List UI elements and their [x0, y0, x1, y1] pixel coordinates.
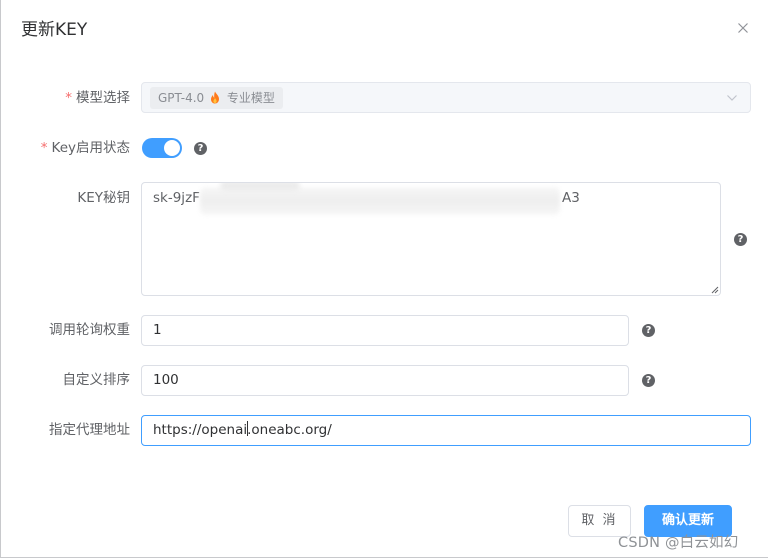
secret-value-prefix: sk-9jzF [153, 190, 200, 206]
key-status-label: * Key启用状态 [40, 140, 130, 156]
question-circle-icon[interactable]: ? [194, 142, 207, 155]
weight-input[interactable]: 1 [141, 315, 629, 346]
update-key-dialog: 更新KEY * 模型选择 GPT-4.0 专业模型 * Key启用状态 ? KE… [1, 0, 768, 557]
model-tag-suffix: 专业模型 [226, 91, 275, 105]
secret-textarea[interactable]: sk-9jzF A3 [141, 182, 721, 296]
question-circle-icon[interactable]: ? [642, 374, 655, 387]
question-circle-icon[interactable]: ? [734, 233, 747, 246]
redaction-blur [220, 183, 300, 191]
key-status-switch[interactable] [142, 138, 182, 158]
model-tag: GPT-4.0 专业模型 [150, 87, 283, 109]
resize-grip-icon[interactable] [710, 285, 719, 294]
sort-input[interactable]: 100 [141, 365, 629, 396]
proxy-value-start: https://openai [153, 422, 248, 438]
weight-label: 调用轮询权重 [49, 322, 130, 338]
redaction-blur [200, 187, 560, 215]
chevron-down-icon [727, 95, 737, 101]
watermark: CSDN @白云如幻 [618, 535, 739, 551]
model-tag-name: GPT-4.0 [158, 91, 205, 105]
required-mark: * [40, 140, 48, 156]
secret-label: KEY秘钥 [77, 190, 130, 206]
required-mark: * [65, 90, 72, 106]
close-icon [738, 23, 748, 33]
proxy-value-end: .oneabc.org/ [247, 422, 332, 438]
model-select[interactable]: GPT-4.0 专业模型 [141, 82, 751, 113]
sort-label: 自定义排序 [62, 372, 131, 388]
switch-knob [164, 140, 180, 156]
question-circle-icon[interactable]: ? [642, 324, 655, 337]
flame-icon [211, 91, 220, 104]
proxy-label: 指定代理地址 [49, 422, 130, 438]
proxy-input[interactable]: https://openai.oneabc.org/ [141, 415, 751, 446]
model-label: * 模型选择 [65, 90, 130, 106]
close-button[interactable] [735, 20, 751, 36]
dialog-title: 更新KEY [21, 20, 88, 40]
secret-value-suffix: A3 [562, 190, 580, 206]
